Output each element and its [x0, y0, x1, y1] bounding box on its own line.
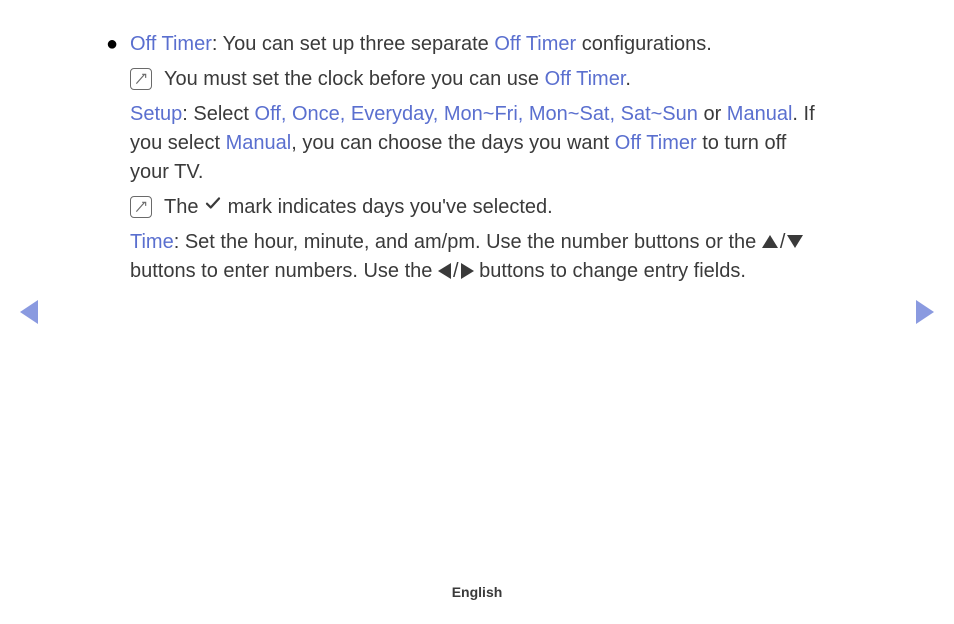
keyword-time: Time	[130, 231, 174, 253]
keyword-off-timer: Off Timer	[130, 33, 212, 55]
keyword-options: Off, Once, Everyday, Mon~Fri, Mon~Sat, S…	[255, 103, 698, 125]
triangle-down-icon	[787, 235, 803, 248]
nav-next-button[interactable]	[916, 300, 934, 324]
bullet-marker: ●	[106, 30, 118, 59]
text: buttons to change entry fields.	[474, 260, 746, 282]
keyword-off-timer: Off Timer	[545, 68, 626, 90]
text: or	[698, 103, 727, 125]
text: You must set the clock before you can us…	[164, 68, 545, 90]
triangle-right-icon	[461, 263, 474, 279]
text: : Select	[182, 103, 254, 125]
time-paragraph: Time: Set the hour, minute, and am/pm. U…	[130, 228, 824, 286]
triangle-up-icon	[762, 235, 778, 248]
text: : Set the hour, minute, and am/pm. Use t…	[174, 231, 762, 253]
keyword-setup: Setup	[130, 103, 182, 125]
text: , you can choose the days you want	[291, 132, 615, 154]
nav-prev-button[interactable]	[20, 300, 38, 324]
text: : You can set up three separate	[212, 33, 494, 55]
triangle-left-icon	[438, 263, 451, 279]
note-icon	[130, 196, 152, 218]
text: The	[164, 196, 204, 218]
document-body: ● Off Timer: You can set up three separa…	[0, 0, 954, 286]
note-checkmark: The mark indicates days you've selected.	[130, 193, 824, 222]
keyword-manual: Manual	[727, 103, 793, 125]
text: configurations.	[576, 33, 712, 55]
setup-paragraph: Setup: Select Off, Once, Everyday, Mon~F…	[130, 100, 824, 187]
note-clock: You must set the clock before you can us…	[130, 65, 824, 94]
bullet-off-timer: ● Off Timer: You can set up three separa…	[130, 30, 824, 286]
text: buttons to enter numbers. Use the	[130, 260, 438, 282]
keyword-manual: Manual	[226, 132, 292, 154]
keyword-off-timer: Off Timer	[494, 33, 576, 55]
text: .	[625, 68, 631, 90]
slash: /	[780, 231, 786, 253]
footer-language: English	[0, 584, 954, 600]
checkmark-icon	[204, 192, 222, 221]
note-icon	[130, 68, 152, 90]
keyword-off-timer: Off Timer	[615, 132, 697, 154]
slash: /	[453, 260, 459, 282]
text: mark indicates days you've selected.	[222, 196, 553, 218]
